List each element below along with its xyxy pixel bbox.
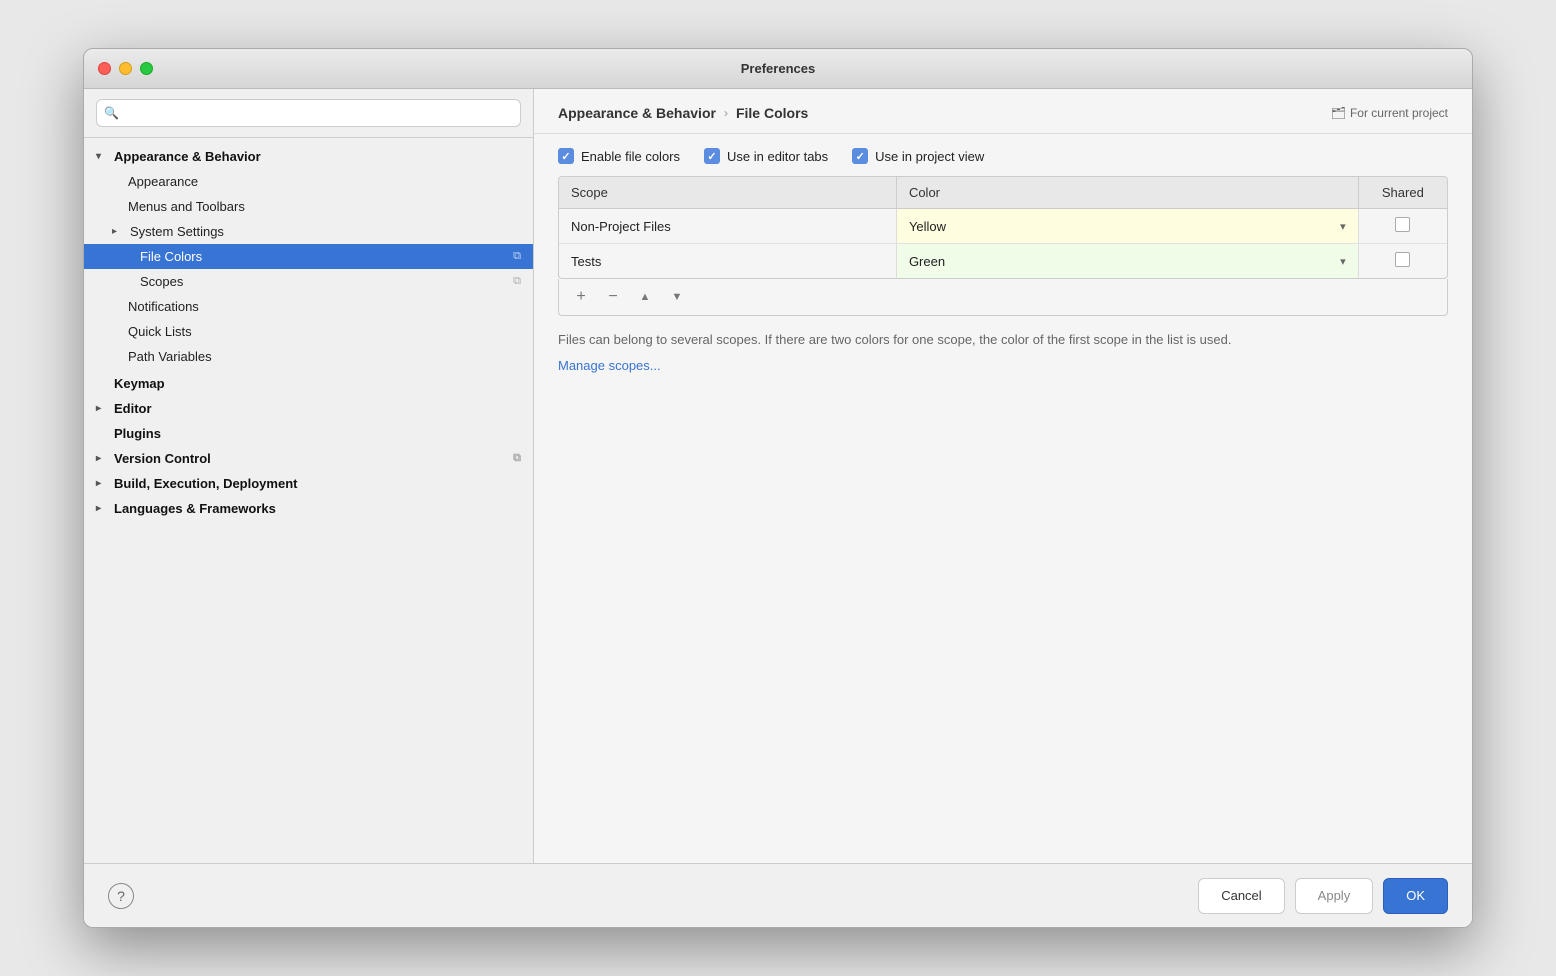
breadcrumb-page: File Colors bbox=[736, 105, 808, 121]
spacer bbox=[534, 375, 1472, 863]
for-current-project-link[interactable]: 🗂 For current project bbox=[1331, 106, 1448, 120]
right-panel: Appearance & Behavior › File Colors 🗂 Fo… bbox=[534, 89, 1472, 863]
search-bar: 🔍 bbox=[84, 89, 533, 138]
breadcrumb: Appearance & Behavior › File Colors 🗂 Fo… bbox=[558, 105, 1448, 121]
help-button[interactable]: ? bbox=[108, 883, 134, 909]
titlebar: Preferences bbox=[84, 49, 1472, 89]
chevron-right-icon-vcs: ▸ bbox=[96, 453, 108, 464]
sidebar-navigation: ▾ Appearance & Behavior Appearance Menus… bbox=[84, 138, 533, 863]
file-colors-table-container: Scope Color Shared bbox=[558, 176, 1448, 279]
sidebar: 🔍 ▾ Appearance & Behavior Appearance Men… bbox=[84, 89, 534, 863]
sidebar-item-appearance[interactable]: Appearance bbox=[84, 169, 533, 194]
copy-icon-2: ⧉ bbox=[513, 275, 521, 288]
add-button[interactable]: + bbox=[569, 285, 593, 309]
use-in-project-view-checkbox[interactable]: Use in project view bbox=[852, 148, 984, 164]
sidebar-item-editor[interactable]: ▸ Editor bbox=[84, 396, 533, 421]
color-column-header: Color bbox=[896, 177, 1358, 209]
minimize-button[interactable] bbox=[119, 62, 132, 75]
sidebar-item-build-execution[interactable]: ▸ Build, Execution, Deployment bbox=[84, 471, 533, 496]
close-button[interactable] bbox=[98, 62, 111, 75]
footer-buttons: Cancel Apply OK bbox=[1198, 878, 1448, 914]
chevron-right-icon-editor: ▸ bbox=[96, 403, 108, 414]
color-cell-green: Green ▾ bbox=[896, 244, 1358, 279]
breadcrumb-section: Appearance & Behavior bbox=[558, 105, 716, 121]
use-in-project-view-check-icon bbox=[852, 148, 868, 164]
apply-button[interactable]: Apply bbox=[1295, 878, 1374, 914]
nav-group-appearance-behavior: ▾ Appearance & Behavior Appearance Menus… bbox=[84, 144, 533, 369]
enable-file-colors-check-icon bbox=[558, 148, 574, 164]
maximize-button[interactable] bbox=[140, 62, 153, 75]
manage-scopes-link[interactable]: Manage scopes... bbox=[558, 356, 661, 376]
scope-cell-non-project: Non-Project Files bbox=[559, 209, 896, 244]
scope-cell-tests: Tests bbox=[559, 244, 896, 279]
color-dropdown-icon[interactable]: ▾ bbox=[1340, 220, 1346, 233]
shared-checkbox-1[interactable] bbox=[1395, 217, 1410, 232]
sidebar-item-appearance-behavior[interactable]: ▾ Appearance & Behavior bbox=[84, 144, 533, 169]
preferences-window: Preferences 🔍 ▾ Appearance & Behavior bbox=[83, 48, 1473, 928]
cancel-button[interactable]: Cancel bbox=[1198, 878, 1284, 914]
main-content: 🔍 ▾ Appearance & Behavior Appearance Men… bbox=[84, 89, 1472, 863]
table-header-row: Scope Color Shared bbox=[559, 177, 1447, 209]
sidebar-item-notifications[interactable]: Notifications bbox=[84, 294, 533, 319]
sidebar-item-menus-toolbars[interactable]: Menus and Toolbars bbox=[84, 194, 533, 219]
breadcrumb-arrow: › bbox=[724, 106, 728, 120]
info-section: Files can belong to several scopes. If t… bbox=[534, 316, 1472, 375]
chevron-right-icon-build: ▸ bbox=[96, 478, 108, 489]
footer: ? Cancel Apply OK bbox=[84, 863, 1472, 927]
shared-cell-2 bbox=[1358, 244, 1447, 279]
ok-button[interactable]: OK bbox=[1383, 878, 1448, 914]
scope-column-header: Scope bbox=[559, 177, 896, 209]
shared-cell-1 bbox=[1358, 209, 1447, 244]
move-up-button[interactable]: ▲ bbox=[633, 285, 657, 309]
shared-checkbox-2[interactable] bbox=[1395, 252, 1410, 267]
chevron-right-icon-lang: ▸ bbox=[96, 503, 108, 514]
window-controls bbox=[98, 62, 153, 75]
window-title: Preferences bbox=[741, 61, 815, 76]
move-down-button[interactable]: ▼ bbox=[665, 285, 689, 309]
chevron-down-icon: ▾ bbox=[96, 151, 108, 162]
file-colors-table: Scope Color Shared bbox=[559, 177, 1447, 278]
search-input[interactable] bbox=[96, 99, 521, 127]
sidebar-item-languages-frameworks[interactable]: ▸ Languages & Frameworks bbox=[84, 496, 533, 521]
search-wrapper: 🔍 bbox=[96, 99, 521, 127]
footer-left: ? bbox=[108, 883, 134, 909]
sidebar-item-plugins[interactable]: Plugins bbox=[84, 421, 533, 446]
sidebar-item-quick-lists[interactable]: Quick Lists bbox=[84, 319, 533, 344]
color-dropdown-icon-2[interactable]: ▾ bbox=[1340, 255, 1346, 268]
panel-header: Appearance & Behavior › File Colors 🗂 Fo… bbox=[534, 89, 1472, 134]
chevron-right-icon: ▸ bbox=[112, 226, 124, 237]
copy-icon: ⧉ bbox=[513, 250, 521, 263]
project-icon: 🗂 bbox=[1331, 106, 1346, 120]
table-row[interactable]: Tests Green ▾ bbox=[559, 244, 1447, 279]
remove-button[interactable]: − bbox=[601, 285, 625, 309]
color-cell-yellow: Yellow ▾ bbox=[896, 209, 1358, 244]
info-text: Files can belong to several scopes. If t… bbox=[558, 332, 1231, 347]
copy-icon-vcs: ⧉ bbox=[513, 452, 521, 465]
sidebar-item-scopes[interactable]: Scopes ⧉ bbox=[84, 269, 533, 294]
shared-column-header: Shared bbox=[1358, 177, 1447, 209]
sidebar-item-file-colors[interactable]: File Colors ⧉ bbox=[84, 244, 533, 269]
use-in-editor-tabs-checkbox[interactable]: Use in editor tabs bbox=[704, 148, 828, 164]
sidebar-item-version-control[interactable]: ▸ Version Control ⧉ bbox=[84, 446, 533, 471]
sidebar-item-system-settings[interactable]: ▸ System Settings bbox=[84, 219, 533, 244]
checkboxes-row: Enable file colors Use in editor tabs Us… bbox=[534, 134, 1472, 164]
sidebar-item-keymap[interactable]: Keymap bbox=[84, 371, 533, 396]
table-toolbar: + − ▲ ▼ bbox=[558, 279, 1448, 316]
use-in-editor-tabs-check-icon bbox=[704, 148, 720, 164]
enable-file-colors-checkbox[interactable]: Enable file colors bbox=[558, 148, 680, 164]
nav-group-label: Appearance & Behavior bbox=[114, 149, 261, 164]
sidebar-item-path-variables[interactable]: Path Variables bbox=[84, 344, 533, 369]
table-row[interactable]: Non-Project Files Yellow ▾ bbox=[559, 209, 1447, 244]
